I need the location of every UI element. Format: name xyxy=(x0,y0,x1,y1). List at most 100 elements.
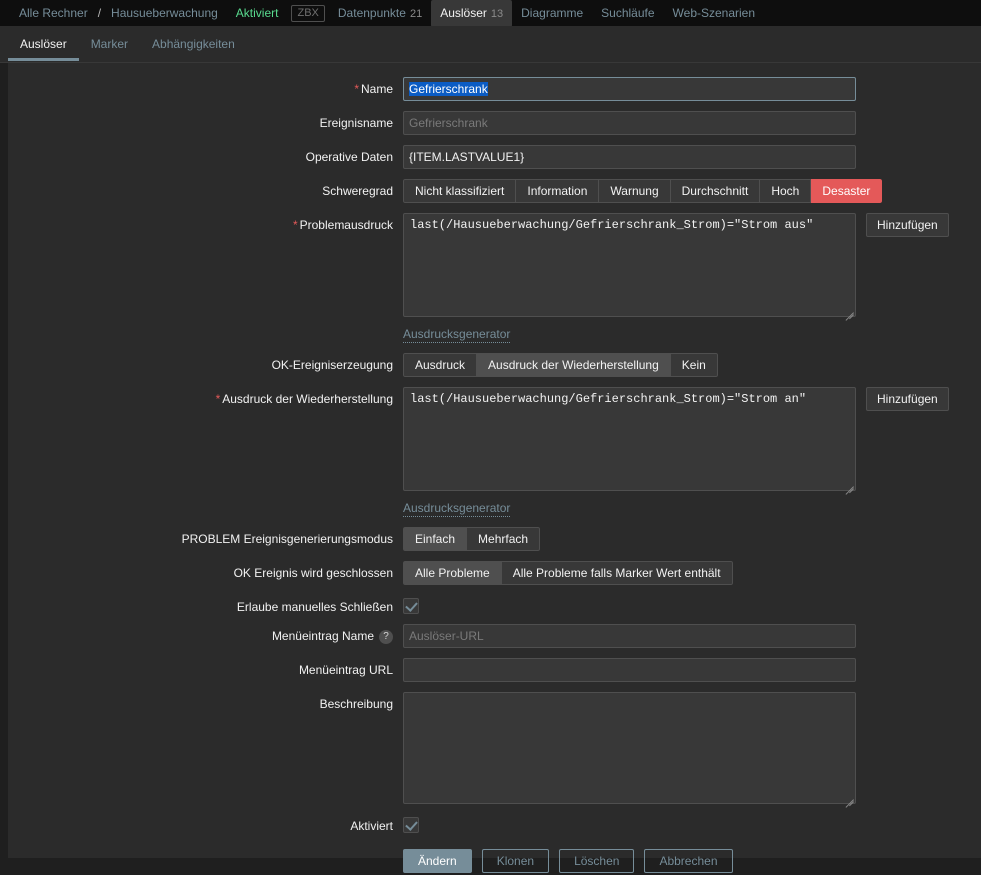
operational-data-input[interactable]: {ITEM.LASTVALUE1} xyxy=(403,145,856,169)
row-severity: Schweregrad Nicht klassifiziert Informat… xyxy=(8,179,981,203)
severity-option-average[interactable]: Durchschnitt xyxy=(670,179,761,203)
recovery-expression-textarea[interactable] xyxy=(403,387,856,491)
label-enabled: Aktiviert xyxy=(350,819,393,833)
row-name: * Name Gefrierschrank xyxy=(8,77,981,101)
severity-option-information[interactable]: Information xyxy=(516,179,600,203)
row-problem-expression: *Problemausdruck Hinzufügen xyxy=(8,213,981,317)
nav-item-web-scenarios-label: Web-Szenarien xyxy=(672,6,756,20)
ok-event-closes-segmented-control: Alle Probleme Alle Probleme falls Marker… xyxy=(403,561,733,585)
nav-item-items[interactable]: Datenpunkte 21 xyxy=(329,0,431,27)
problem-expression-constructor-link[interactable]: Ausdrucksgenerator xyxy=(403,327,511,343)
nav-item-triggers-label: Auslöser xyxy=(440,5,487,20)
zbx-agent-badge[interactable]: ZBX xyxy=(291,4,325,22)
tab-tags[interactable]: Marker xyxy=(79,26,140,61)
host-status-enabled[interactable]: Aktiviert xyxy=(227,2,288,24)
label-menu-entry-url: Menüeintrag URL xyxy=(298,663,393,677)
ok-event-closes-option-all-problems[interactable]: Alle Probleme xyxy=(403,561,502,585)
event-name-placeholder: Gefrierschrank xyxy=(409,116,488,130)
label-operational-data: Operative Daten xyxy=(305,150,393,164)
tab-dependencies[interactable]: Abhängigkeiten xyxy=(140,26,247,61)
name-input-value: Gefrierschrank xyxy=(409,82,488,96)
menu-entry-name-placeholder: Auslöser-URL xyxy=(409,629,484,643)
label-name: * Name xyxy=(354,82,393,96)
recovery-expression-add-button[interactable]: Hinzufügen xyxy=(866,387,949,411)
trigger-form-page: * Name Gefrierschrank Ereignisname Gefrie… xyxy=(8,63,981,873)
recovery-expression-constructor-link[interactable]: Ausdrucksgenerator xyxy=(403,501,511,517)
severity-option-warning[interactable]: Warnung xyxy=(599,179,671,203)
problem-event-generation-mode-option-multiple[interactable]: Mehrfach xyxy=(467,527,541,551)
nav-item-items-label: Datenpunkte xyxy=(337,5,406,20)
nav-item-triggers[interactable]: Auslöser 13 xyxy=(431,0,513,27)
label-recovery-expression: * Ausdruck der Wiederherstellung xyxy=(215,392,393,406)
label-description: Beschreibung xyxy=(319,697,393,711)
row-allow-manual-close: Erlaube manuelles Schließen xyxy=(8,595,981,614)
name-input[interactable]: Gefrierschrank xyxy=(403,77,856,101)
nav-item-graphs[interactable]: Diagramme xyxy=(512,0,592,26)
severity-segmented-control: Nicht klassifiziert Information Warnung … xyxy=(403,179,883,203)
ok-event-generation-option-recovery-expression[interactable]: Ausdruck der Wiederherstellung xyxy=(477,353,671,377)
row-problem-expression-constructor: Ausdrucksgenerator xyxy=(8,327,981,343)
severity-option-not-classified[interactable]: Nicht klassifiziert xyxy=(403,179,517,203)
problem-event-generation-mode-segmented-control: Einfach Mehrfach xyxy=(403,527,541,551)
row-event-name: Ereignisname Gefrierschrank xyxy=(8,111,981,135)
nav-item-triggers-count: 13 xyxy=(490,7,504,20)
menu-entry-name-input[interactable]: Auslöser-URL xyxy=(403,624,856,648)
row-menu-entry-name: Menüeintrag Name? Auslöser-URL xyxy=(8,624,981,648)
row-operational-data: Operative Daten {ITEM.LASTVALUE1} xyxy=(8,145,981,169)
description-textarea[interactable] xyxy=(403,692,856,804)
row-recovery-expression-constructor: Ausdrucksgenerator xyxy=(8,501,981,517)
top-navigation-bar: Alle Rechner / Hausueberwachung Aktivier… xyxy=(0,0,981,27)
ok-event-generation-option-expression[interactable]: Ausdruck xyxy=(403,353,478,377)
recovery-expression-wrap xyxy=(403,387,856,491)
update-button[interactable]: Ändern xyxy=(403,849,472,873)
label-problem-expression: * Problemausdruck xyxy=(292,218,393,232)
form-action-bar: Ändern Klonen Löschen Abbrechen xyxy=(8,849,981,873)
enabled-checkbox[interactable] xyxy=(403,817,419,833)
ok-event-closes-option-all-problems-if-tag-values-match[interactable]: Alle Probleme falls Marker Wert enthält xyxy=(501,561,733,585)
nav-item-web-scenarios[interactable]: Web-Szenarien xyxy=(664,0,765,26)
problem-event-generation-mode-option-single[interactable]: Einfach xyxy=(403,527,468,551)
description-wrap xyxy=(403,692,856,804)
clone-button[interactable]: Klonen xyxy=(481,849,550,873)
row-ok-event-generation: OK-Ereigniserzeugung Ausdruck Ausdruck d… xyxy=(8,353,981,377)
nav-item-items-count: 21 xyxy=(409,7,423,20)
severity-option-disaster[interactable]: Desaster xyxy=(811,179,883,203)
cancel-button[interactable]: Abbrechen xyxy=(644,849,733,873)
menu-entry-url-input[interactable] xyxy=(403,658,856,682)
row-enabled: Aktiviert xyxy=(8,814,981,833)
problem-expression-add-button[interactable]: Hinzufügen xyxy=(866,213,949,237)
row-recovery-expression: *Ausdruck der Wiederherstellung Hinzufüg… xyxy=(8,387,981,491)
label-severity: Schweregrad xyxy=(322,184,393,198)
label-event-name: Ereignisname xyxy=(319,116,393,130)
tab-trigger[interactable]: Auslöser xyxy=(8,26,79,61)
required-asterisk-problem-expression: * xyxy=(292,218,298,232)
breadcrumb-host-name[interactable]: Hausueberwachung xyxy=(102,0,227,26)
required-asterisk-name: * xyxy=(354,82,359,96)
row-menu-entry-url: Menüeintrag URL xyxy=(8,658,981,682)
event-name-input[interactable]: Gefrierschrank xyxy=(403,111,856,135)
problem-expression-textarea[interactable] xyxy=(403,213,856,317)
ok-event-generation-option-none[interactable]: Kein xyxy=(670,353,718,377)
allow-manual-close-checkbox[interactable] xyxy=(403,598,419,614)
nav-item-discovery-label: Suchläufe xyxy=(601,6,655,20)
help-icon[interactable]: ? xyxy=(379,630,393,644)
required-asterisk-recovery-expression: * xyxy=(215,392,221,406)
label-ok-event-generation: OK-Ereigniserzeugung xyxy=(271,358,393,372)
nav-item-discovery[interactable]: Suchläufe xyxy=(592,0,663,26)
row-problem-event-generation-mode: PROBLEM Ereignisgenerierungsmodus Einfac… xyxy=(8,527,981,551)
label-problem-event-generation-mode: PROBLEM Ereignisgenerierungsmodus xyxy=(181,532,393,546)
breadcrumb-all-hosts[interactable]: Alle Rechner xyxy=(10,0,97,26)
delete-button[interactable]: Löschen xyxy=(559,849,635,873)
label-allow-manual-close: Erlaube manuelles Schließen xyxy=(236,600,393,614)
row-ok-event-closes: OK Ereignis wird geschlossen Alle Proble… xyxy=(8,561,981,585)
label-menu-entry-name: Menüeintrag Name? xyxy=(8,624,403,644)
nav-item-graphs-label: Diagramme xyxy=(521,6,584,20)
problem-expression-wrap xyxy=(403,213,856,317)
label-ok-event-closes: OK Ereignis wird geschlossen xyxy=(233,566,393,580)
operational-data-value: {ITEM.LASTVALUE1} xyxy=(409,150,525,164)
ok-event-generation-segmented-control: Ausdruck Ausdruck der Wiederherstellung … xyxy=(403,353,718,377)
severity-option-high[interactable]: Hoch xyxy=(760,179,812,203)
tab-bar: Auslöser Marker Abhängigkeiten xyxy=(0,26,981,63)
row-description: Beschreibung xyxy=(8,692,981,804)
trigger-form: * Name Gefrierschrank Ereignisname Gefrie… xyxy=(8,63,981,873)
